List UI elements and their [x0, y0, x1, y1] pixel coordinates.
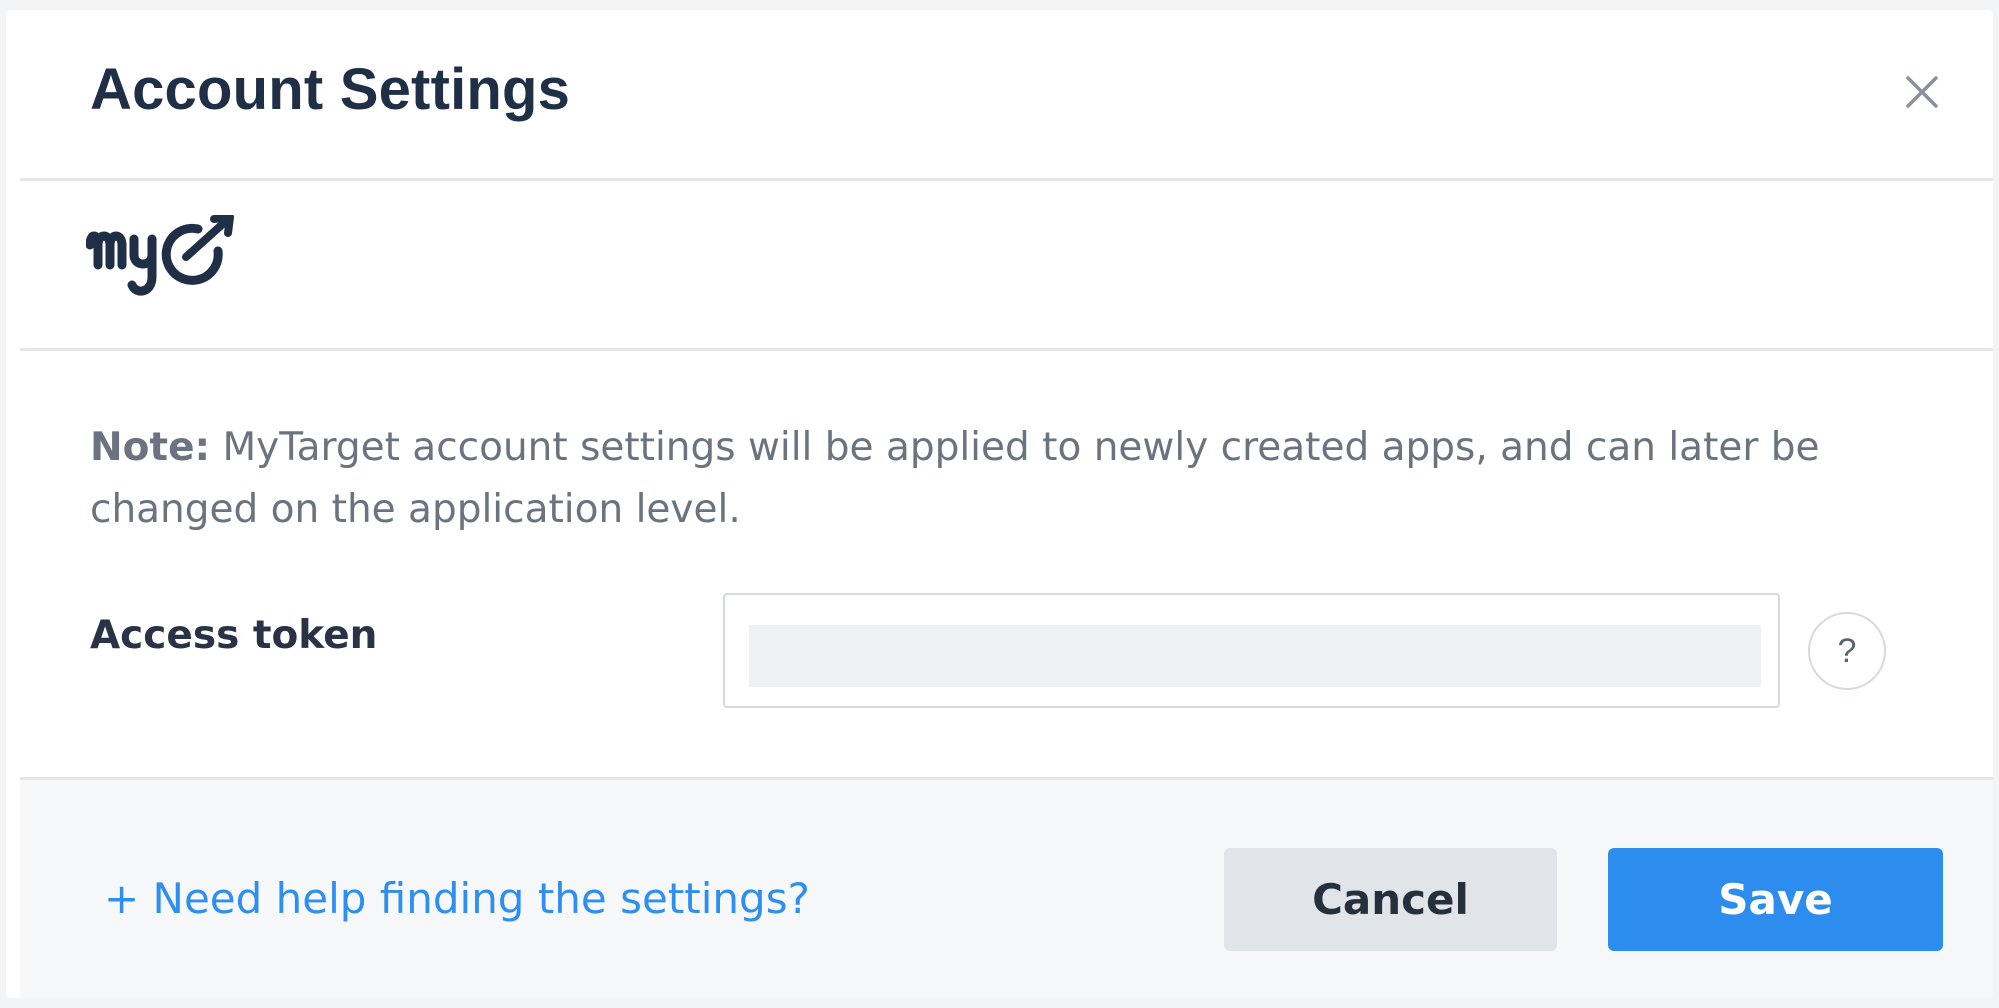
dialog-header: Account Settings [20, 10, 1993, 181]
dialog-footer: + Need help finding the settings? Cancel… [20, 777, 1993, 998]
provider-logo-row [20, 181, 1993, 351]
dialog-body: Note: MyTarget account settings will be … [20, 351, 1993, 777]
close-icon [1906, 76, 1938, 108]
cancel-button[interactable]: Cancel [1224, 848, 1557, 951]
note-text: MyTarget account settings will be applie… [90, 425, 1820, 532]
help-finding-settings-link[interactable]: + Need help finding the settings? [104, 874, 810, 923]
access-token-label: Access token [90, 613, 378, 658]
close-button[interactable] [1900, 70, 1944, 114]
screen-frame: Account Settings Note: MyTarget account … [0, 0, 1999, 1008]
save-button[interactable]: Save [1608, 848, 1943, 951]
dialog-title: Account Settings [90, 57, 571, 122]
help-icon[interactable]: ? [1808, 612, 1886, 690]
settings-note: Note: MyTarget account settings will be … [90, 417, 1890, 541]
mytarget-logo [86, 215, 234, 296]
access-token-field [723, 593, 1780, 708]
note-label: Note: [90, 425, 211, 470]
account-settings-dialog: Account Settings Note: MyTarget account … [6, 10, 1993, 998]
access-token-input[interactable] [749, 625, 1761, 687]
